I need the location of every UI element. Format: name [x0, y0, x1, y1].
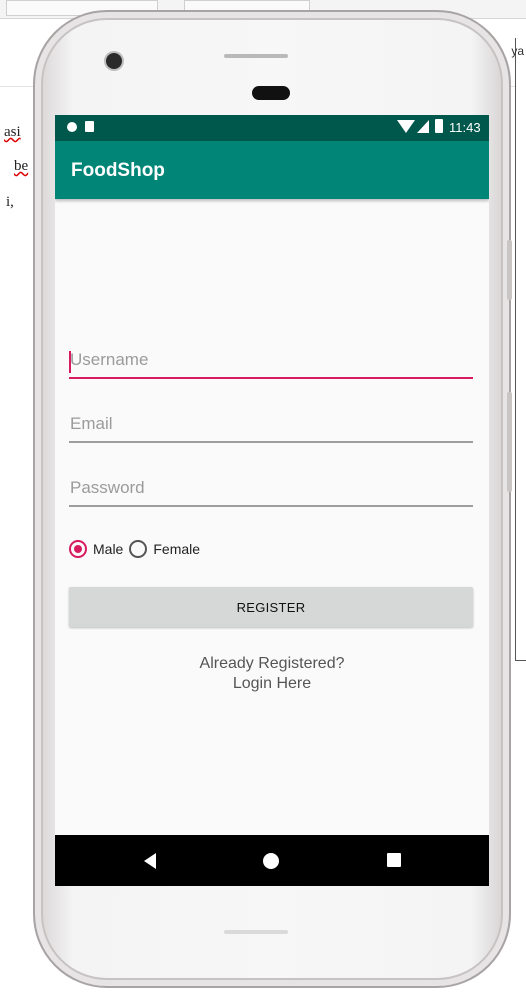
- navigation-bar: [55, 835, 489, 886]
- document-word: i,: [6, 194, 14, 210]
- speaker-grille: [224, 54, 288, 58]
- female-label: Female: [153, 541, 201, 557]
- text-cursor: [69, 351, 71, 373]
- notification-dot-icon: [67, 122, 77, 132]
- app-bar: FoodShop: [55, 141, 489, 199]
- document-side-panel: [515, 38, 526, 661]
- male-radio[interactable]: Male: [69, 540, 123, 558]
- password-input[interactable]: [69, 471, 473, 507]
- register-button[interactable]: REGISTER: [69, 587, 473, 627]
- signal-icon: [417, 120, 429, 133]
- status-time: 11:43: [449, 120, 481, 135]
- recents-icon[interactable]: [387, 853, 401, 867]
- radio-unchecked-icon: [129, 540, 148, 558]
- female-radio[interactable]: Female: [129, 540, 200, 558]
- login-link-line1: Already Registered?: [199, 655, 345, 672]
- email-input[interactable]: [69, 407, 473, 443]
- power-button: [507, 392, 512, 492]
- radio-checked-icon: [69, 540, 87, 558]
- login-link-line2: Login Here: [232, 675, 312, 692]
- earpiece: [252, 86, 290, 100]
- username-input[interactable]: [69, 343, 473, 379]
- bottom-speaker: [224, 930, 288, 934]
- back-icon[interactable]: [144, 853, 156, 869]
- battery-icon: [435, 119, 443, 133]
- front-camera-icon: [106, 53, 122, 69]
- status-bar: 11:43: [55, 115, 489, 141]
- wifi-icon: [397, 120, 415, 133]
- gender-radio-group: Male Female: [69, 535, 206, 563]
- document-word: asi: [4, 124, 21, 140]
- male-label: Male: [93, 541, 124, 557]
- document-word: be: [14, 158, 29, 174]
- login-link[interactable]: Already Registered? Login Here: [55, 654, 489, 694]
- app-title: FoodShop: [71, 160, 165, 181]
- volume-button: [507, 240, 512, 300]
- home-icon[interactable]: [263, 853, 279, 869]
- sd-card-icon: [85, 121, 94, 132]
- device-screen: 11:43 FoodShop Male Female REGISTER Alre…: [55, 115, 489, 886]
